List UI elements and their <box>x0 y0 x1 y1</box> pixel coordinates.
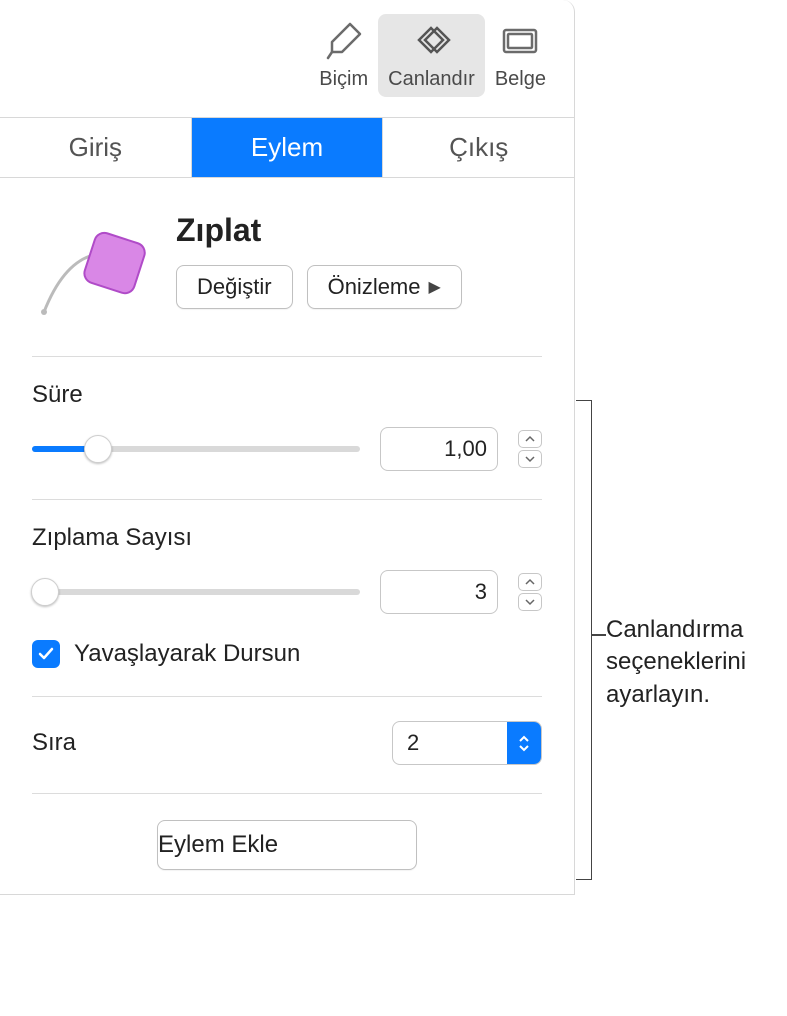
bounces-stepper <box>518 570 542 614</box>
play-icon: ▶ <box>429 277 441 297</box>
effect-header: Zıplat Değiştir Önizleme ▶ <box>32 208 542 357</box>
bounce-effect-icon <box>32 208 152 328</box>
animation-tabs: Giriş Eylem Çıkış <box>0 118 574 178</box>
ease-stop-label: Yavaşlayarak Dursun <box>74 640 300 668</box>
select-arrows-icon <box>507 722 541 764</box>
order-label: Sıra <box>32 729 76 757</box>
document-icon <box>498 18 542 62</box>
bounces-slider[interactable] <box>32 578 360 606</box>
duration-field[interactable] <box>380 427 498 471</box>
animate-label: Canlandır <box>388 68 475 91</box>
duration-slider[interactable] <box>32 435 360 463</box>
bounces-label: Zıplama Sayısı <box>32 524 542 552</box>
format-label: Biçim <box>319 68 368 91</box>
add-action-label: Eylem Ekle <box>158 831 278 859</box>
format-toolbar: Biçim Canlandır Belge <box>0 0 574 118</box>
duration-section: Süre <box>32 357 542 500</box>
change-label: Değiştir <box>197 274 272 300</box>
bounces-step-down[interactable] <box>518 593 542 611</box>
duration-step-down[interactable] <box>518 450 542 468</box>
animate-tab[interactable]: Canlandır <box>378 14 485 97</box>
tab-build-in[interactable]: Giriş <box>0 118 192 177</box>
duration-stepper <box>518 427 542 471</box>
ease-stop-checkbox[interactable] <box>32 640 60 668</box>
effect-name: Zıplat <box>176 212 542 249</box>
document-tab[interactable]: Belge <box>485 14 556 97</box>
duration-step-up[interactable] <box>518 430 542 448</box>
bounces-step-up[interactable] <box>518 573 542 591</box>
paintbrush-icon <box>322 18 366 62</box>
tab-build-out[interactable]: Çıkış <box>383 118 574 177</box>
callout-text: Canlandırma seçeneklerini ayarlayın. <box>606 614 782 711</box>
animation-content: Zıplat Değiştir Önizleme ▶ Süre <box>0 178 574 894</box>
order-value: 2 <box>393 730 507 756</box>
document-label: Belge <box>495 68 546 91</box>
duration-label: Süre <box>32 381 542 409</box>
inspector-panel: Biçim Canlandır Belge Giriş Eylem Çı <box>0 0 575 895</box>
change-effect-button[interactable]: Değiştir <box>176 265 293 309</box>
format-tab[interactable]: Biçim <box>309 14 378 97</box>
animate-icon <box>409 18 453 62</box>
bounces-field[interactable] <box>380 570 498 614</box>
order-section: Sıra 2 <box>32 697 542 794</box>
bounces-section: Zıplama Sayısı <box>32 500 542 697</box>
preview-label: Önizleme <box>328 274 421 300</box>
preview-button[interactable]: Önizleme ▶ <box>307 265 462 309</box>
order-select[interactable]: 2 <box>392 721 542 765</box>
add-action-button[interactable]: Eylem Ekle <box>157 820 417 870</box>
tab-action[interactable]: Eylem <box>192 118 384 177</box>
